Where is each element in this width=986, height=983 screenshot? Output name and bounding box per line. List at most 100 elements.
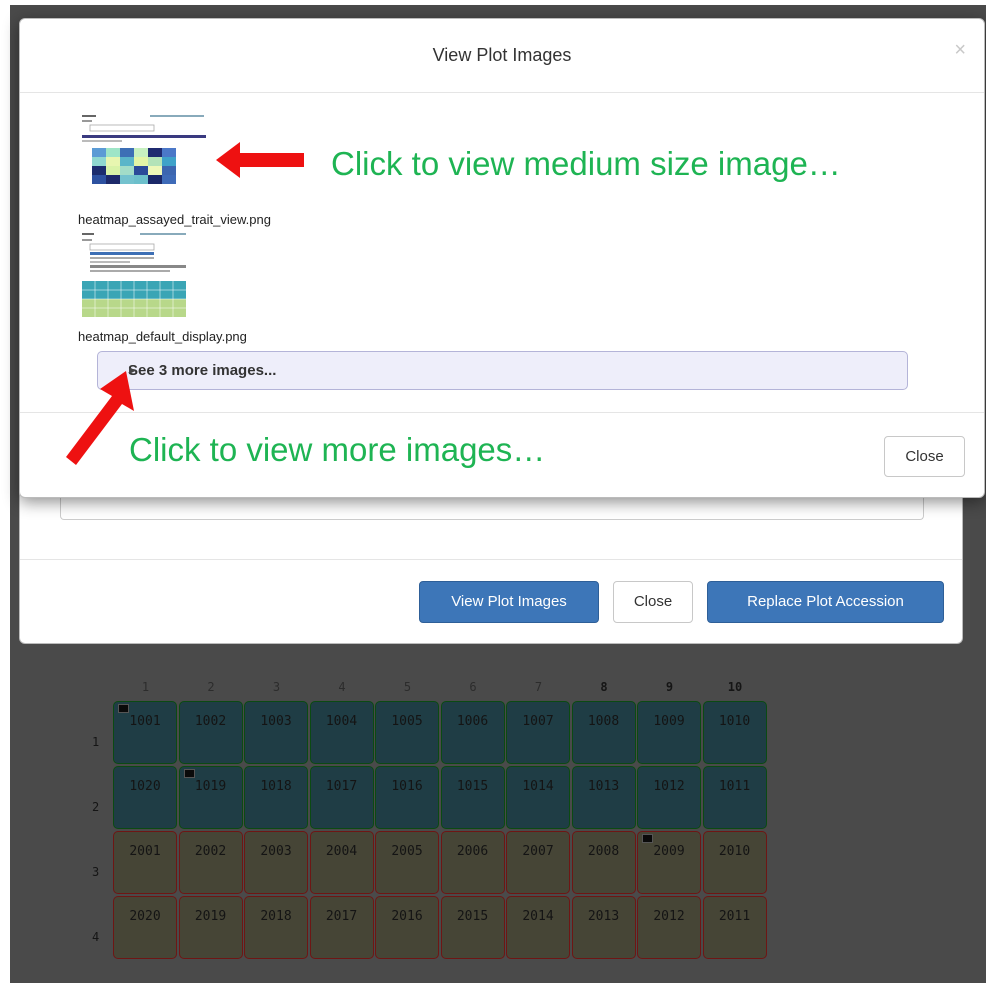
plot-number: 2020 <box>129 909 161 924</box>
plot-number: 1016 <box>391 779 423 794</box>
plot-cell[interactable]: 2014 <box>506 896 570 959</box>
plot-number: 1020 <box>129 779 161 794</box>
view-plot-images-modal: View Plot Images × heatmap_assayed_trait… <box>19 18 985 498</box>
column-header: 7 <box>534 680 543 694</box>
replace-plot-accession-button[interactable]: Replace Plot Accession <box>707 581 944 623</box>
plot-cell[interactable]: 1006 <box>440 701 505 764</box>
plot-cell[interactable]: 2004 <box>309 831 374 894</box>
plot-cell[interactable]: 2013 <box>571 896 636 959</box>
plot-cell[interactable]: 2016 <box>375 896 439 959</box>
plot-number: 2015 <box>456 909 489 924</box>
plot-number: 1011 <box>718 779 751 794</box>
plot-number: 1005 <box>391 714 423 729</box>
modal-divider <box>20 559 962 560</box>
plot-number: 1012 <box>653 779 685 794</box>
modal-header-divider <box>20 92 984 93</box>
plot-cell[interactable]: 2008 <box>571 831 636 894</box>
plot-cell[interactable]: 1013 <box>571 766 636 829</box>
view-plot-images-button[interactable]: View Plot Images <box>419 581 599 623</box>
column-header: 3 <box>272 680 281 694</box>
plot-image-filename: heatmap_default_display.png <box>78 329 247 344</box>
plot-number: 2012 <box>653 909 685 924</box>
image-icon <box>642 834 653 843</box>
red-arrow-icon <box>66 371 134 465</box>
plot-cell[interactable]: 2003 <box>244 831 308 894</box>
plot-number: 1009 <box>653 714 685 729</box>
plot-number: 2003 <box>260 844 292 859</box>
column-header: 1 <box>141 680 150 694</box>
plot-number: 2016 <box>391 909 423 924</box>
plot-cell[interactable]: 2020 <box>113 896 177 959</box>
plot-image-thumbnail[interactable] <box>80 113 208 188</box>
plot-cell[interactable]: 1004 <box>309 701 374 764</box>
plot-cell[interactable]: 1003 <box>244 701 308 764</box>
plot-number: 2001 <box>129 844 161 859</box>
plot-cell[interactable]: 1011 <box>702 766 767 829</box>
annotation-medium-size: Click to view medium size image… <box>331 145 841 182</box>
plot-number: 1015 <box>456 779 489 794</box>
plot-number: 1017 <box>325 779 358 794</box>
red-arrow-icon <box>216 142 304 178</box>
plot-cell[interactable]: 1001 <box>113 701 177 764</box>
plot-cell[interactable]: 1002 <box>178 701 243 764</box>
plot-cell[interactable]: 1007 <box>506 701 570 764</box>
plot-cell[interactable]: 2002 <box>178 831 243 894</box>
plot-number: 1004 <box>325 714 358 729</box>
plot-cell[interactable]: 1020 <box>113 766 177 829</box>
plot-number: 2009 <box>653 844 685 859</box>
see-more-images-toggle[interactable]: ▶ See 3 more images... <box>97 351 908 390</box>
plot-number: 1014 <box>522 779 554 794</box>
plot-number: 1007 <box>522 714 554 729</box>
plot-cell[interactable]: 2015 <box>440 896 505 959</box>
plot-cell[interactable]: 2009 <box>637 831 701 894</box>
column-header: 8 <box>600 680 608 694</box>
plot-cell[interactable]: 1012 <box>637 766 701 829</box>
plot-cell[interactable]: 1010 <box>702 701 767 764</box>
close-button[interactable]: Close <box>884 436 965 477</box>
plot-cell[interactable]: 2018 <box>244 896 308 959</box>
plot-cell[interactable]: 2010 <box>702 831 767 894</box>
plot-number: 2007 <box>522 844 554 859</box>
plot-cell[interactable]: 2007 <box>506 831 570 894</box>
plot-number: 2004 <box>325 844 358 859</box>
plot-number: 2010 <box>718 844 751 859</box>
plot-number: 1008 <box>587 714 620 729</box>
plot-cell[interactable]: 2019 <box>178 896 243 959</box>
plot-number: 1003 <box>260 714 292 729</box>
plot-cell[interactable]: 1009 <box>637 701 701 764</box>
plot-number: 2014 <box>522 909 554 924</box>
row-header: 4 <box>92 930 100 944</box>
plot-cell[interactable]: 1017 <box>309 766 374 829</box>
plot-number: 1001 <box>129 714 161 729</box>
annotation-more-images: Click to view more images… <box>129 431 546 468</box>
plot-number: 2013 <box>587 909 620 924</box>
plot-number: 2008 <box>587 844 620 859</box>
column-header: 10 <box>727 680 743 694</box>
plot-cell[interactable]: 1015 <box>440 766 505 829</box>
plot-cell[interactable]: 2001 <box>113 831 177 894</box>
plot-cell[interactable]: 1016 <box>375 766 439 829</box>
close-icon[interactable]: × <box>954 39 966 62</box>
plot-cell[interactable]: 2011 <box>702 896 767 959</box>
plot-number: 1006 <box>456 714 489 729</box>
column-header: 4 <box>338 680 346 694</box>
row-header: 3 <box>92 865 100 879</box>
plot-cell[interactable]: 2012 <box>637 896 701 959</box>
plot-cell[interactable]: 2006 <box>440 831 505 894</box>
plot-cell[interactable]: 2017 <box>309 896 374 959</box>
plot-number: 1010 <box>718 714 751 729</box>
plot-cell[interactable]: 2005 <box>375 831 439 894</box>
plot-cell[interactable]: 1018 <box>244 766 308 829</box>
plot-image-filename: heatmap_assayed_trait_view.png <box>78 212 271 227</box>
row-header: 2 <box>92 800 100 814</box>
plot-number: 1013 <box>587 779 620 794</box>
row-header: 1 <box>92 735 100 749</box>
plot-number: 1002 <box>194 714 227 729</box>
close-button[interactable]: Close <box>613 581 693 623</box>
plot-image-thumbnail[interactable] <box>80 231 190 319</box>
plot-cell[interactable]: 1008 <box>571 701 636 764</box>
plot-cell[interactable]: 1014 <box>506 766 570 829</box>
plot-cell[interactable]: 1019 <box>178 766 243 829</box>
plot-cell[interactable]: 1005 <box>375 701 439 764</box>
plot-number: 2019 <box>194 909 227 924</box>
